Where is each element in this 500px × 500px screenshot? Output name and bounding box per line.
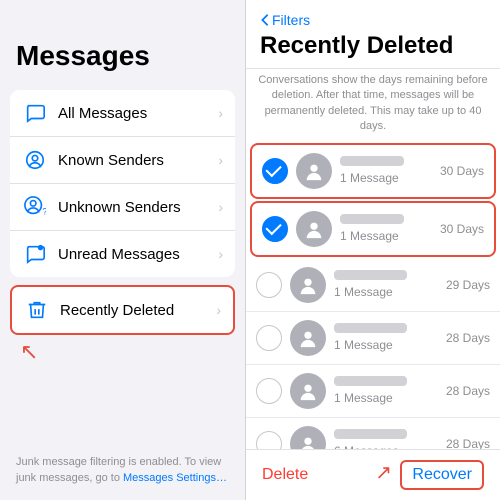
- back-label: Filters: [272, 12, 310, 28]
- chevron-icon-all: ›: [218, 105, 223, 121]
- red-arrow-icon: ↗: [20, 339, 38, 365]
- delete-button[interactable]: Delete: [262, 466, 308, 484]
- chevron-icon-deleted: ›: [216, 302, 221, 318]
- message-list: 1 Message30 Days1 Message30 Days1 Messag…: [246, 141, 500, 449]
- message-checkbox-1[interactable]: [262, 216, 288, 242]
- avatar-4: [290, 373, 326, 409]
- unread-messages-label: Unread Messages: [58, 246, 218, 263]
- message-days-3: 28 Days: [446, 331, 490, 345]
- message-content-3: 1 Message: [334, 323, 438, 352]
- chevron-icon-unknown: ›: [218, 199, 223, 215]
- bubble-unread-icon: [22, 241, 48, 267]
- avatar-0: [296, 153, 332, 189]
- menu-item-unknown-senders[interactable]: ? Unknown Senders ›: [10, 184, 235, 231]
- messages-settings-link[interactable]: Messages Settings…: [123, 472, 227, 484]
- message-row-4[interactable]: 1 Message 28 Days: [246, 365, 500, 418]
- message-checkbox-2[interactable]: [256, 272, 282, 298]
- person-circle-icon: [22, 147, 48, 173]
- bottom-bar: Delete ↗ Recover: [246, 449, 500, 500]
- avatar-1: [296, 211, 332, 247]
- message-row-3[interactable]: 1 Message 28 Days: [246, 312, 500, 365]
- svg-text:?: ?: [42, 206, 46, 216]
- message-days-2: 29 Days: [446, 278, 490, 292]
- message-content-5: 6 Messages: [334, 429, 438, 449]
- recently-deleted-label: Recently Deleted: [60, 302, 216, 319]
- message-count-4: 1 Message: [334, 391, 438, 405]
- chevron-icon-known: ›: [218, 152, 223, 168]
- message-days-4: 28 Days: [446, 384, 490, 398]
- recover-button[interactable]: Recover: [400, 460, 484, 490]
- avatar-3: [290, 320, 326, 356]
- message-content-0: 1 Message: [340, 156, 432, 185]
- message-row-2[interactable]: 1 Message 29 Days: [246, 259, 500, 312]
- menu-item-known-senders[interactable]: Known Senders ›: [10, 137, 235, 184]
- message-name-bar-3: [334, 323, 407, 333]
- message-count-1: 1 Message: [340, 229, 432, 243]
- message-count-0: 1 Message: [340, 171, 432, 185]
- all-messages-label: All Messages: [58, 105, 218, 122]
- message-checkbox-5[interactable]: [256, 431, 282, 449]
- message-name-bar-4: [334, 376, 407, 386]
- message-count-3: 1 Message: [334, 338, 438, 352]
- bubble-icon: [22, 100, 48, 126]
- menu-item-unread-messages[interactable]: Unread Messages ›: [10, 231, 235, 277]
- message-name-bar-0: [340, 156, 404, 166]
- message-days-0: 30 Days: [440, 164, 484, 178]
- right-title: Recently Deleted: [260, 32, 486, 60]
- message-count-2: 1 Message: [334, 285, 438, 299]
- right-subtitle: Conversations show the days remaining be…: [246, 69, 500, 141]
- message-row-1[interactable]: 1 Message 30 Days: [250, 201, 496, 257]
- back-button[interactable]: Filters: [260, 12, 486, 28]
- right-header: Filters Recently Deleted: [246, 0, 500, 69]
- trash-icon: [24, 297, 50, 323]
- messages-title: Messages: [0, 0, 245, 82]
- message-content-2: 1 Message: [334, 270, 438, 299]
- avatar-2: [290, 267, 326, 303]
- message-checkbox-3[interactable]: [256, 325, 282, 351]
- avatar-5: [290, 426, 326, 449]
- message-content-1: 1 Message: [340, 214, 432, 243]
- junk-info: Junk message filtering is enabled. To vi…: [0, 445, 245, 500]
- known-senders-label: Known Senders: [58, 152, 218, 169]
- message-name-bar-2: [334, 270, 407, 280]
- message-days-5: 28 Days: [446, 437, 490, 449]
- menu-item-all-messages[interactable]: All Messages ›: [10, 90, 235, 137]
- message-checkbox-0[interactable]: [262, 158, 288, 184]
- message-name-bar-1: [340, 214, 404, 224]
- message-checkbox-4[interactable]: [256, 378, 282, 404]
- unknown-senders-label: Unknown Senders: [58, 199, 218, 216]
- arrow-annotation-right: ↗ Recover: [375, 460, 484, 490]
- message-content-4: 1 Message: [334, 376, 438, 405]
- menu-item-recently-deleted[interactable]: Recently Deleted ›: [10, 285, 235, 335]
- message-row-5[interactable]: 6 Messages 28 Days: [246, 418, 500, 449]
- message-days-1: 30 Days: [440, 222, 484, 236]
- red-arrow-right-icon: ↗: [375, 462, 392, 484]
- message-name-bar-5: [334, 429, 407, 439]
- person-question-icon: ?: [22, 194, 48, 220]
- left-panel: Messages All Messages › Known Senders ›: [0, 0, 245, 500]
- right-panel: Filters Recently Deleted Conversations s…: [246, 0, 500, 500]
- chevron-icon-unread: ›: [218, 246, 223, 262]
- message-row-0[interactable]: 1 Message 30 Days: [250, 143, 496, 199]
- arrow-annotation-left: ↗: [0, 335, 245, 369]
- filter-menu: All Messages › Known Senders ›: [10, 90, 235, 277]
